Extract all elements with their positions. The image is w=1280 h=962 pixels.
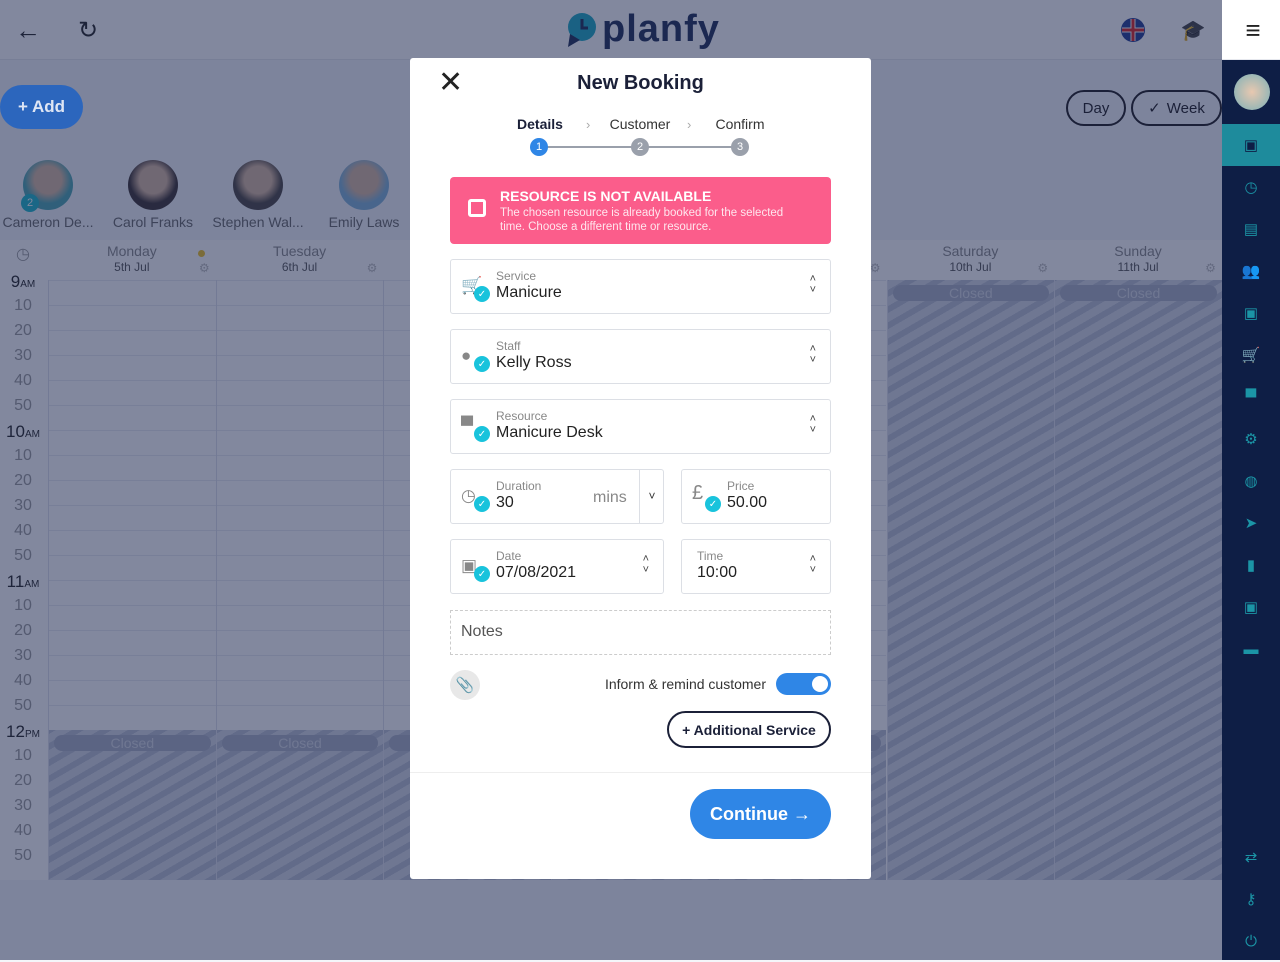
week-view-button[interactable]: ✓ Week	[1131, 90, 1222, 126]
power-icon[interactable]: ⏻	[1222, 920, 1280, 962]
wallet-icon[interactable]: ▣	[1222, 586, 1280, 628]
contact-icon[interactable]: ▣	[1222, 292, 1280, 334]
check-badge-icon: ✓	[705, 496, 721, 512]
remind-toggle[interactable]	[776, 673, 831, 695]
date-input[interactable]: ▣ ✓ Date 07/08/2021 ˄ ˅	[450, 539, 664, 594]
alert-title: RESOURCE IS NOT AVAILABLE	[500, 188, 712, 204]
check-badge-icon: ✓	[474, 356, 490, 372]
hamburger-menu-icon[interactable]: ≡	[1237, 14, 1269, 46]
user-avatar[interactable]	[1234, 74, 1270, 110]
cart-icon[interactable]: 🛒	[1222, 334, 1280, 376]
step-details[interactable]: Details	[510, 116, 570, 132]
duration-input[interactable]: ◷ ✓ Duration 30 mins ˅	[450, 469, 664, 524]
chevron-right-icon: ›	[687, 117, 692, 132]
service-select[interactable]: 🛒 ✓ Service Manicure ˄ ˅	[450, 259, 831, 314]
check-badge-icon: ✓	[474, 286, 490, 302]
add-button[interactable]: + Add	[0, 85, 83, 129]
globe-icon[interactable]: ◍	[1222, 460, 1280, 502]
step-confirm[interactable]: Confirm	[710, 116, 770, 132]
check-badge-icon: ✓	[474, 426, 490, 442]
step-customer[interactable]: Customer	[605, 116, 675, 132]
gear-icon[interactable]: ⚙	[1222, 418, 1280, 460]
chevron-right-icon: ›	[586, 117, 591, 132]
price-input[interactable]: £ ✓ Price 50.00	[681, 469, 831, 524]
paperclip-icon[interactable]: 📎	[450, 670, 480, 700]
check-badge-icon: ✓	[474, 496, 490, 512]
duration-unit-dropdown[interactable]: ˅	[639, 470, 664, 523]
remind-label: Inform & remind customer	[604, 676, 766, 692]
key-icon[interactable]: ⚷	[1222, 878, 1280, 920]
chair-icon[interactable]: ▀	[1222, 376, 1280, 418]
calendar-icon	[468, 199, 486, 217]
send-icon[interactable]: ➤	[1222, 502, 1280, 544]
new-booking-modal: ✕ New Booking Details › Customer › Confi…	[410, 58, 871, 879]
up-down-chevron-icon: ˄ ˅	[809, 273, 816, 296]
up-down-chevron-icon: ˄ ˅	[642, 553, 649, 576]
additional-service-button[interactable]: + Additional Service	[667, 711, 831, 748]
resource-select[interactable]: ▀ ✓ Resource Manicure Desk ˄ ˅	[450, 399, 831, 454]
users-icon[interactable]: 👥	[1222, 250, 1280, 292]
chart-icon[interactable]: ▮	[1222, 544, 1280, 586]
step-dot-2: 2	[631, 138, 649, 156]
resource-unavailable-alert: RESOURCE IS NOT AVAILABLE The chosen res…	[450, 177, 831, 244]
notes-textarea[interactable]: Notes	[450, 610, 831, 655]
swap-icon[interactable]: ⇄	[1222, 836, 1280, 878]
step-dot-3: 3	[731, 138, 749, 156]
up-down-chevron-icon: ˄ ˅	[809, 553, 816, 576]
chat-icon[interactable]: ▬	[1222, 628, 1280, 670]
time-select[interactable]: Time 10:00 ˄ ˅	[681, 539, 831, 594]
duration-unit: mins	[593, 489, 627, 506]
sidebar: ▣ ◷ ▤ 👥 ▣ 🛒 ▀ ⚙ ◍ ➤ ▮ ▣ ▬ ⇄ ⚷ ⏻	[1222, 60, 1280, 960]
footer-divider	[410, 772, 871, 773]
modal-title: New Booking	[577, 72, 704, 94]
day-view-button[interactable]: Day	[1066, 90, 1126, 126]
up-down-chevron-icon: ˄ ˅	[809, 343, 816, 366]
step-dot-1: 1	[530, 138, 548, 156]
calendar-check-icon[interactable]: ▣	[1222, 124, 1280, 166]
up-down-chevron-icon: ˄ ˅	[809, 413, 816, 436]
continue-button[interactable]: Continue →	[690, 789, 831, 839]
staff-select[interactable]: ● ✓ Staff Kelly Ross ˄ ˅	[450, 329, 831, 384]
clock-icon[interactable]: ◷	[1222, 166, 1280, 208]
check-icon: ✓	[1148, 100, 1161, 117]
check-badge-icon: ✓	[474, 566, 490, 582]
alert-message: The chosen resource is already booked fo…	[500, 207, 784, 233]
list-icon[interactable]: ▤	[1222, 208, 1280, 250]
